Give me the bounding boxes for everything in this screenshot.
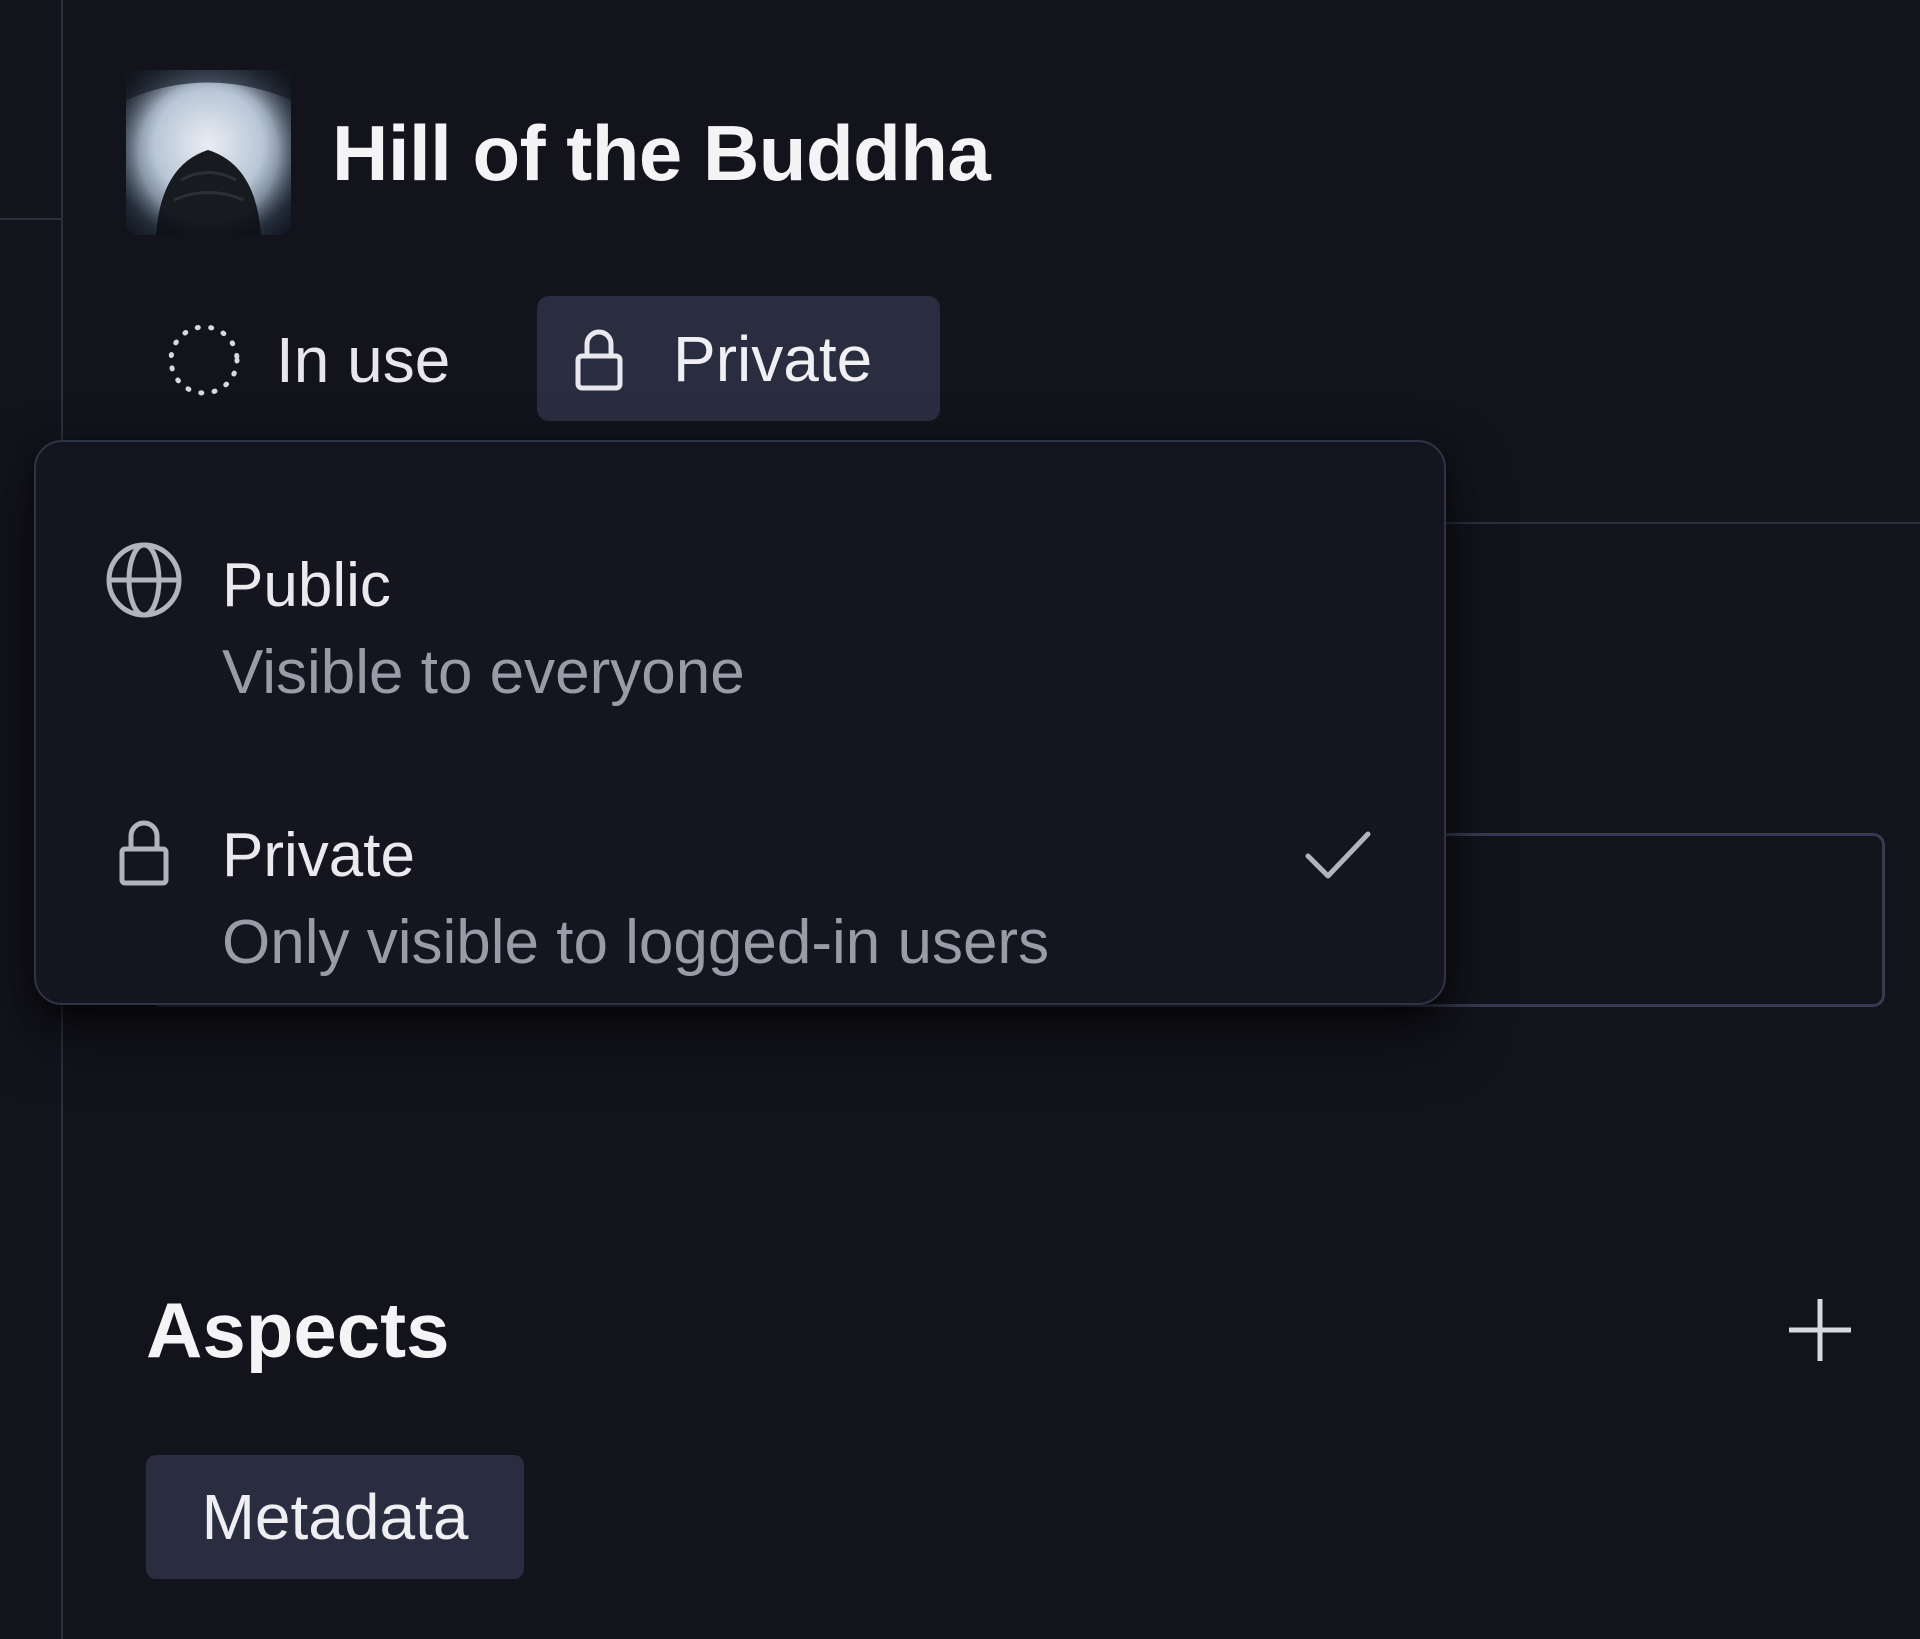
add-aspect-button[interactable] (1780, 1290, 1860, 1370)
page-title: Hill of the Buddha (332, 109, 991, 197)
check-icon (1298, 814, 1378, 894)
globe-icon (96, 532, 192, 628)
dashed-circle-icon (166, 322, 242, 398)
menu-option-title: Private (222, 821, 415, 890)
menu-option-description: Only visible to logged-in users (222, 908, 1050, 977)
aspect-chip-metadata[interactable]: Metadata (146, 1455, 524, 1579)
thumbnail-image (126, 70, 291, 235)
image-thumbnail[interactable] (126, 70, 291, 235)
section-divider (1430, 522, 1920, 524)
menu-option-private[interactable]: Private Only visible to logged-in users (36, 752, 1444, 977)
lock-icon (96, 804, 192, 900)
usage-status: In use (166, 318, 450, 402)
lock-icon (573, 326, 625, 392)
visibility-dropdown-button[interactable]: Private (537, 296, 940, 421)
visibility-button-label: Private (673, 322, 873, 395)
usage-status-label: In use (276, 324, 451, 396)
plus-icon (1785, 1295, 1855, 1365)
menu-option-public[interactable]: Public Visible to everyone (36, 482, 1444, 707)
aspects-heading: Aspects (146, 1286, 450, 1374)
menu-option-title: Public (222, 551, 391, 620)
visibility-menu: Public Visible to everyone Private Only … (34, 440, 1446, 1005)
sidebar-divider (0, 218, 61, 220)
menu-option-description: Visible to everyone (222, 638, 745, 707)
